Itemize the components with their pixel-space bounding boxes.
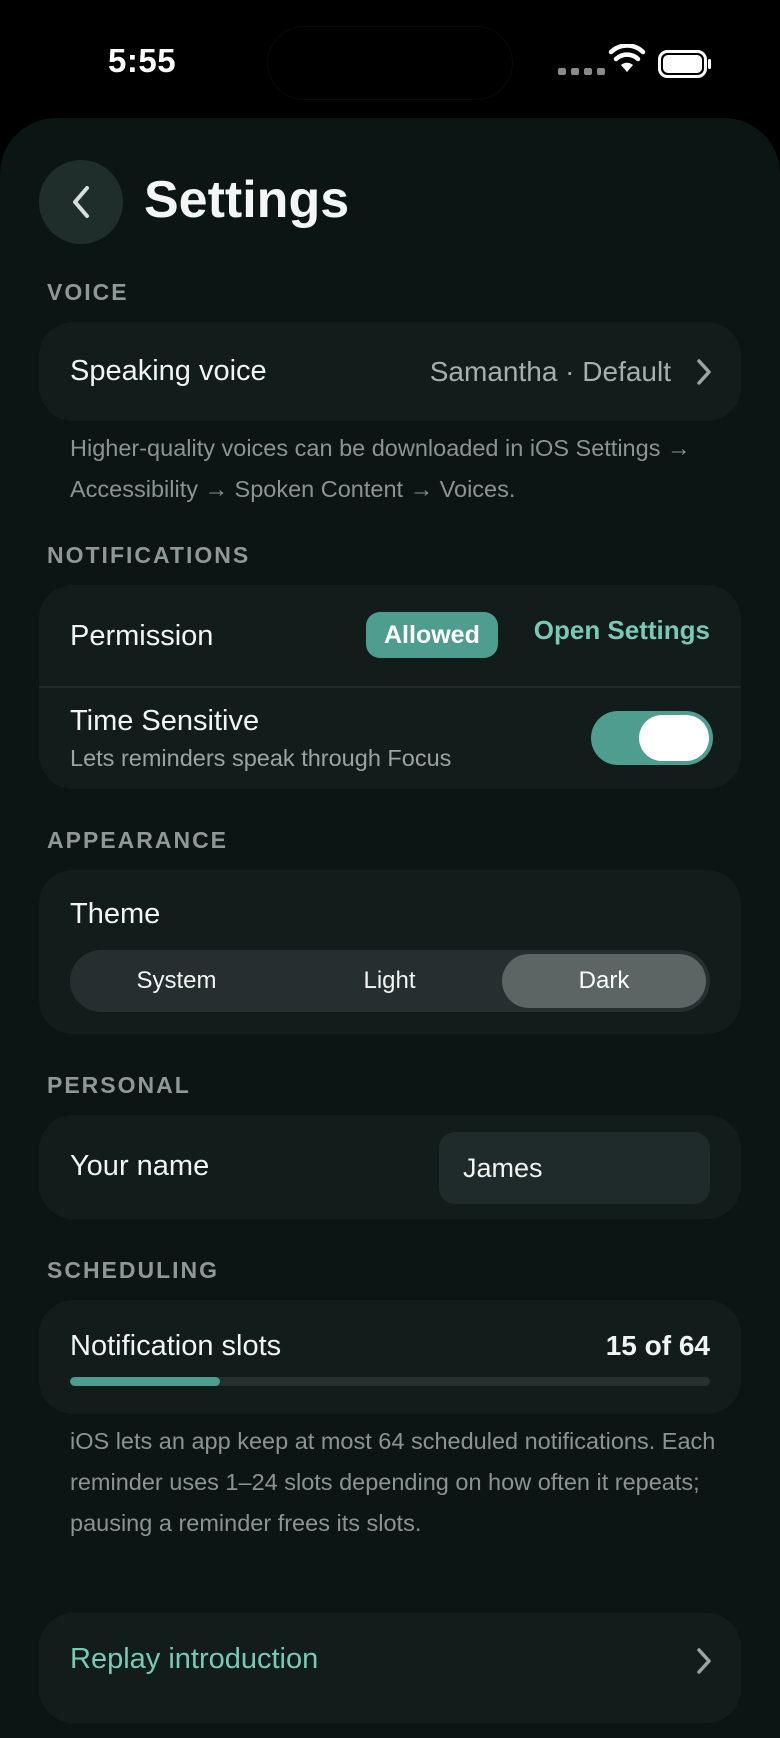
theme-option-system[interactable]: System [70,950,283,1012]
name-label: Your name [70,1150,210,1182]
theme-option-light[interactable]: Light [283,950,496,1012]
chevron-right-icon [697,1648,711,1674]
row-divider [39,686,741,688]
speaking-voice-label: Speaking voice [70,355,267,387]
wifi-icon [608,44,646,72]
status-time: 5:55 [108,42,177,79]
status-bar: 5:55 [0,0,780,120]
page-title: Settings [144,171,350,229]
time-sensitive-toggle[interactable] [591,711,713,765]
chevron-right-icon [697,358,711,385]
scheduling-footnote: iOS lets an app keep at most 64 schedule… [70,1428,716,1536]
signal-icon [558,68,605,75]
open-settings-link[interactable]: Open Settings [534,615,710,646]
slots-card: Notification slots 15 of 64 [39,1300,741,1414]
speaking-voice-value: Samantha · Default [429,355,671,387]
slots-progress-bar [70,1377,710,1386]
replay-introduction-label: Replay introduction [70,1643,319,1675]
permission-status-badge: Allowed [366,612,498,658]
theme-option-dark[interactable]: Dark [502,954,706,1008]
theme-segmented-control: System Light Dark [70,950,710,1012]
battery-icon [658,50,711,78]
chevron-left-icon [73,186,89,218]
section-appearance: APPEARANCE [47,827,229,853]
theme-label: Theme [70,898,161,930]
section-voice: VOICE [47,279,129,305]
section-scheduling: SCHEDULING [47,1257,220,1283]
replay-introduction-row[interactable]: Replay introduction [39,1613,741,1723]
voice-footnote: Higher-quality voices can be downloaded … [70,435,691,502]
name-input[interactable]: James [439,1132,710,1204]
permission-label: Permission [70,620,214,652]
notifications-card: Permission Allowed Open Settings Time Se… [39,585,741,789]
toggle-knob [639,715,709,761]
dynamic-island [268,27,512,99]
time-sensitive-subtitle: Lets reminders speak through Focus [70,745,452,771]
speaking-voice-row[interactable]: Speaking voice Samantha · Default [39,322,741,421]
time-sensitive-label: Time Sensitive [70,705,260,737]
slots-label: Notification slots [70,1330,282,1362]
section-notifications: NOTIFICATIONS [47,542,251,568]
name-card: Your name James [39,1115,741,1219]
back-button[interactable] [39,160,123,244]
section-personal: PERSONAL [47,1072,191,1098]
slots-progress-fill [70,1377,220,1386]
slots-count: 15 of 64 [605,1330,710,1361]
theme-card: Theme System Light Dark [39,870,741,1034]
